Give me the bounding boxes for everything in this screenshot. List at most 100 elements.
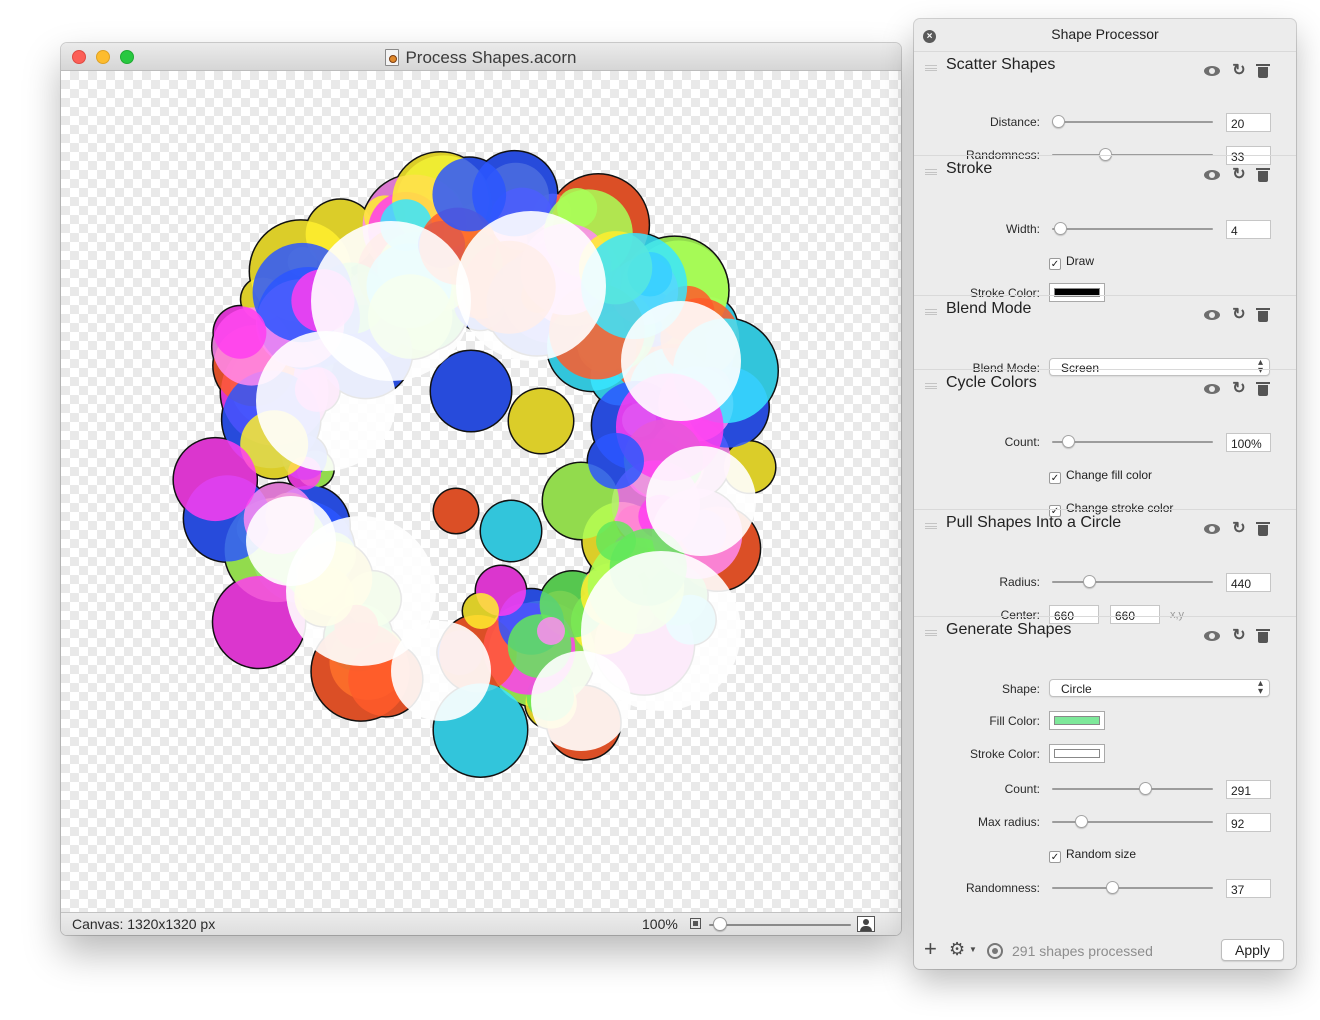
- width-slider-thumb[interactable]: [1054, 222, 1068, 235]
- panel-footer: + ⚙ ▼ 291 shapes processed Apply: [914, 935, 1296, 969]
- bubble-highlight: [621, 301, 741, 421]
- radius-label: Radius:: [999, 575, 1040, 589]
- radius-slider[interactable]: [1052, 581, 1213, 583]
- section-title: Generate Shapes: [946, 621, 1072, 638]
- max-radius-field[interactable]: 92: [1226, 813, 1271, 832]
- progress-status-icon: [987, 943, 1003, 959]
- bubble-highlight: [646, 446, 756, 556]
- trash-icon[interactable]: [1256, 522, 1270, 536]
- reset-icon[interactable]: ↻: [1231, 381, 1247, 397]
- count-slider[interactable]: [1052, 788, 1213, 790]
- section-actions: ↻: [1204, 521, 1270, 537]
- drag-handle-icon[interactable]: [925, 65, 937, 71]
- visibility-eye-icon[interactable]: [1204, 524, 1220, 534]
- visibility-eye-icon[interactable]: [1204, 384, 1220, 394]
- chevron-down-icon[interactable]: ▼: [969, 945, 977, 954]
- trash-icon[interactable]: [1256, 64, 1270, 78]
- random-size-label: Random size: [1066, 847, 1137, 861]
- visibility-eye-icon[interactable]: [1204, 310, 1220, 320]
- randomness-slider-thumb[interactable]: [1105, 881, 1119, 894]
- canvas[interactable]: [61, 71, 901, 912]
- change-fill-checkbox-row[interactable]: ✓ Change fill color: [1049, 468, 1152, 484]
- drag-handle-icon[interactable]: [925, 630, 937, 636]
- distance-slider[interactable]: [1052, 121, 1213, 123]
- section-actions: ↻: [1204, 63, 1270, 79]
- visibility-eye-icon[interactable]: [1204, 631, 1220, 641]
- zoom-out-icon[interactable]: [690, 918, 701, 929]
- distance-field[interactable]: 20: [1226, 113, 1271, 132]
- count-slider-thumb[interactable]: [1062, 435, 1076, 448]
- zoom-slider-thumb[interactable]: [713, 917, 728, 931]
- distance-label: Distance:: [989, 115, 1040, 129]
- section-scatter-shapes: Scatter Shapes ↻ Distance: 20 Randomness…: [914, 51, 1296, 165]
- zoom-value: 100%: [642, 916, 678, 932]
- reset-icon[interactable]: ↻: [1231, 307, 1247, 323]
- draw-checkbox-row[interactable]: ✓ Draw: [1049, 254, 1094, 270]
- panel-title: Shape Processor: [1051, 26, 1159, 42]
- trash-icon[interactable]: [1256, 382, 1270, 396]
- section-generate-shapes: Generate Shapes ↻ Shape: Circle ▴ ▾ Fill …: [914, 616, 1296, 916]
- fill-color-well[interactable]: [1049, 711, 1105, 730]
- drag-handle-icon[interactable]: [925, 169, 937, 175]
- randomness-slider[interactable]: [1052, 887, 1213, 889]
- document-titlebar[interactable]: Process Shapes.acorn: [61, 43, 901, 71]
- bubble: [434, 489, 478, 533]
- count-field[interactable]: 291: [1226, 780, 1271, 799]
- bubble: [173, 438, 257, 522]
- drag-handle-icon[interactable]: [925, 523, 937, 529]
- trash-icon[interactable]: [1256, 629, 1270, 643]
- generate-stroke-color-well[interactable]: [1049, 744, 1105, 763]
- shape-popup[interactable]: Circle ▴ ▾: [1049, 679, 1270, 697]
- add-icon[interactable]: +: [924, 938, 937, 960]
- drag-handle-icon[interactable]: [925, 309, 937, 315]
- visibility-eye-icon[interactable]: [1204, 66, 1220, 76]
- count-field[interactable]: 100%: [1226, 433, 1271, 452]
- zoom-slider[interactable]: [709, 924, 851, 926]
- section-pull-into-circle: Pull Shapes Into a Circle ↻ Radius: 440 …: [914, 509, 1296, 624]
- reset-icon[interactable]: ↻: [1231, 628, 1247, 644]
- random-size-checkbox-row[interactable]: ✓ Random size: [1049, 847, 1136, 863]
- randomness-field[interactable]: 37: [1226, 879, 1271, 898]
- zoom-in-icon[interactable]: [857, 916, 875, 932]
- section-actions: ↻: [1204, 381, 1270, 397]
- width-slider[interactable]: [1052, 228, 1213, 230]
- trash-icon[interactable]: [1256, 308, 1270, 322]
- section-stroke: Stroke ↻ Width: 4 ✓ Draw Stroke Color:: [914, 155, 1296, 302]
- bubble: [588, 433, 644, 489]
- popup-chevron-icon: ▴ ▾: [1257, 678, 1263, 697]
- document-window: Process Shapes.acorn Canvas: 1320x1320 p…: [61, 43, 901, 935]
- count-slider[interactable]: [1052, 441, 1213, 443]
- change-fill-label: Change fill color: [1066, 468, 1153, 482]
- count-slider-thumb[interactable]: [1139, 782, 1153, 795]
- status-bar: Canvas: 1320x1320 px 100%: [61, 912, 901, 935]
- width-label: Width:: [1005, 222, 1040, 236]
- bubble: [431, 351, 511, 431]
- shape-processor-panel: × Shape Processor Scatter Shapes ↻ Dista…: [914, 19, 1296, 969]
- max-radius-slider-thumb[interactable]: [1074, 815, 1088, 828]
- reset-icon[interactable]: ↻: [1231, 63, 1247, 79]
- distance-slider-thumb[interactable]: [1052, 115, 1066, 128]
- reset-icon[interactable]: ↻: [1231, 167, 1247, 183]
- bubble-highlight: [391, 621, 491, 721]
- bubble-highlight: [456, 211, 606, 361]
- max-radius-label: Max radius:: [977, 815, 1040, 829]
- bubble: [213, 306, 267, 359]
- visibility-eye-icon[interactable]: [1204, 170, 1220, 180]
- shape-value: Circle: [1061, 682, 1092, 696]
- radius-slider-thumb[interactable]: [1083, 575, 1097, 588]
- count-label: Count:: [1004, 782, 1040, 796]
- radius-field[interactable]: 440: [1226, 573, 1271, 592]
- bubble: [463, 593, 499, 629]
- drag-handle-icon[interactable]: [925, 383, 937, 389]
- reset-icon[interactable]: ↻: [1231, 521, 1247, 537]
- apply-button[interactable]: Apply: [1221, 939, 1284, 961]
- bubble: [481, 501, 541, 561]
- width-field[interactable]: 4: [1226, 220, 1271, 239]
- change-fill-checkbox[interactable]: ✓: [1049, 472, 1061, 484]
- random-size-checkbox[interactable]: ✓: [1049, 851, 1061, 863]
- shape-label: Shape:: [1001, 682, 1040, 696]
- draw-checkbox[interactable]: ✓: [1049, 258, 1061, 270]
- gear-icon[interactable]: ⚙: [949, 940, 965, 958]
- trash-icon[interactable]: [1256, 168, 1270, 182]
- bubble: [596, 521, 636, 561]
